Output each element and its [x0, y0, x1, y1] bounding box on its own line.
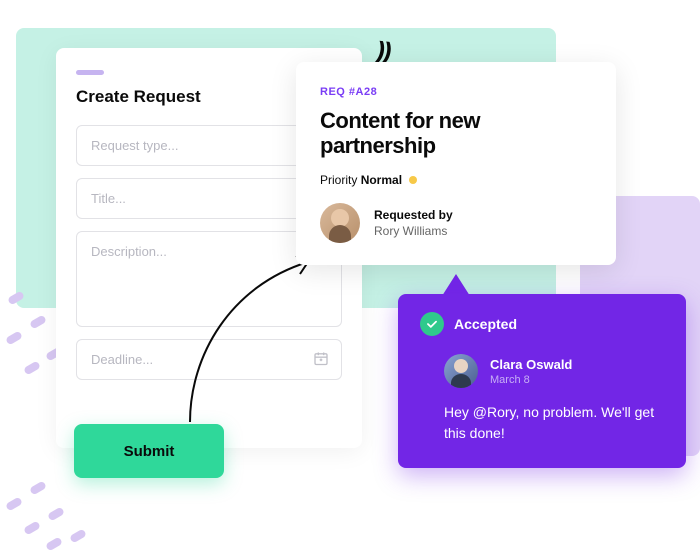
- accepted-card: Accepted Clara Oswald March 8 Hey @Rory,…: [398, 294, 686, 468]
- priority-row: Priority Normal: [320, 173, 592, 187]
- decor-dash: [5, 497, 23, 512]
- check-icon: [420, 312, 444, 336]
- responder-avatar: [444, 354, 478, 388]
- submit-label: Submit: [124, 443, 175, 460]
- priority-value: Normal: [361, 173, 402, 187]
- request-id: REQ #A28: [320, 86, 592, 98]
- deadline-placeholder: Deadline...: [91, 352, 153, 367]
- calendar-icon: [313, 350, 329, 369]
- request-type-placeholder: Request type...: [91, 138, 178, 153]
- speech-tail-icon: [442, 274, 470, 296]
- responder-name: Clara Oswald: [490, 357, 572, 372]
- response-date: March 8: [490, 374, 572, 386]
- request-detail-card: REQ #A28 Content for new partnership Pri…: [296, 62, 616, 265]
- title-placeholder: Title...: [91, 191, 126, 206]
- decor-dash: [5, 331, 23, 346]
- deadline-input[interactable]: Deadline...: [76, 339, 342, 380]
- decor-dash: [23, 521, 41, 536]
- decor-dash: [29, 315, 47, 330]
- responder-block: Clara Oswald March 8: [444, 354, 664, 388]
- decor-dash: [23, 361, 41, 376]
- accepted-header: Accepted: [420, 312, 664, 336]
- requester-avatar: [320, 203, 360, 243]
- priority-dot-icon: [409, 176, 417, 184]
- accepted-status-label: Accepted: [454, 316, 517, 332]
- accent-bar: [76, 70, 104, 75]
- decor-dash: [29, 481, 47, 496]
- description-placeholder: Description...: [91, 244, 167, 259]
- priority-label: Priority: [320, 173, 357, 187]
- request-title: Content for new partnership: [320, 108, 592, 159]
- decor-dash: [45, 537, 63, 552]
- requester-block: Requested by Rory Williams: [320, 203, 592, 243]
- submit-button[interactable]: Submit: [74, 424, 224, 478]
- response-message: Hey @Rory, no problem. We'll get this do…: [444, 402, 664, 444]
- requester-name: Rory Williams: [374, 224, 453, 238]
- decor-dash: [47, 507, 65, 522]
- decor-dash: [69, 529, 87, 544]
- requested-by-label: Requested by: [374, 208, 453, 222]
